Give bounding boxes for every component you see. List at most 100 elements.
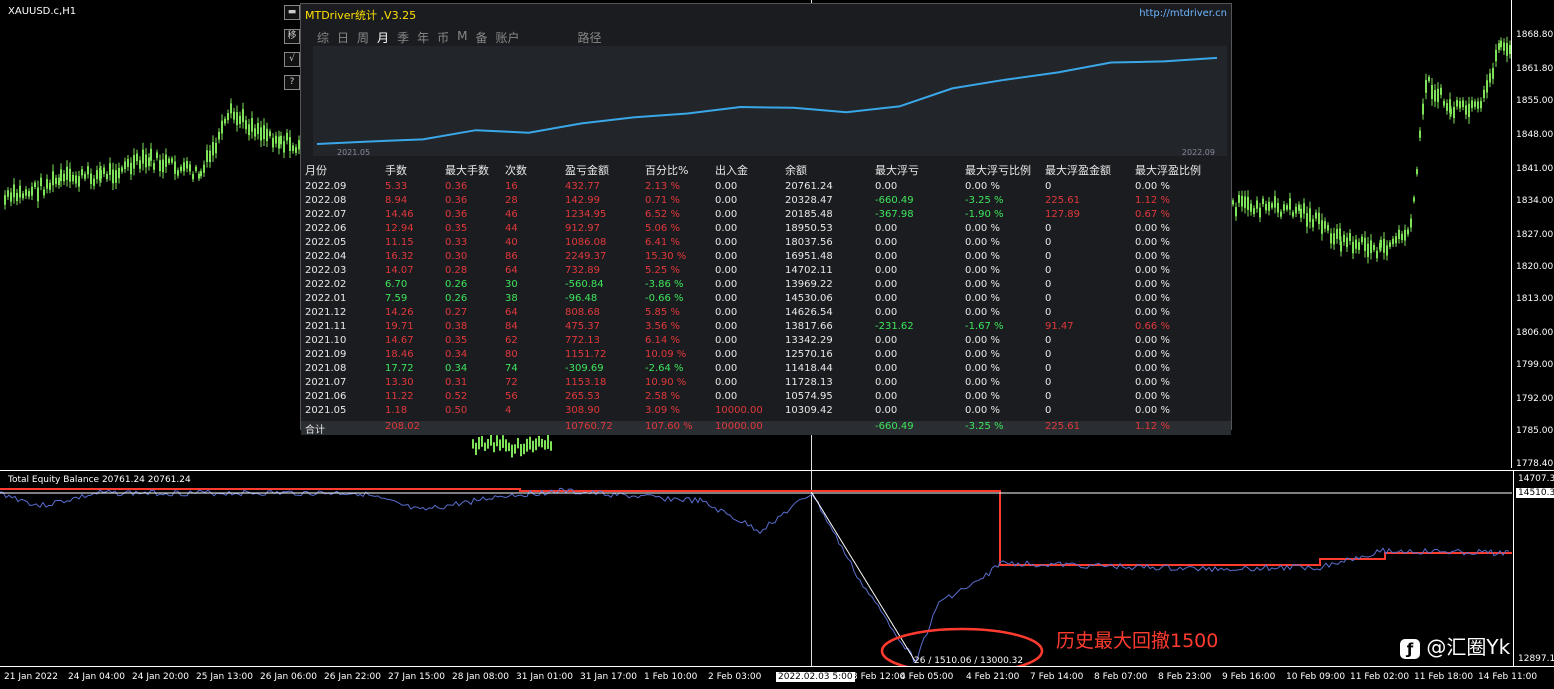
cell-pl: 432.77: [565, 181, 600, 192]
help-button[interactable]: ?: [284, 75, 300, 90]
cell-m: 2022.07: [305, 209, 347, 220]
tab-2[interactable]: 周: [357, 29, 369, 46]
cell-m: 2022.06: [305, 223, 347, 234]
tab-9[interactable]: 账户: [495, 29, 519, 46]
cell-mflp: 0.00 %: [965, 377, 1000, 388]
candle: [1395, 232, 1397, 247]
cell-pl: 475.37: [565, 321, 600, 332]
table-row[interactable]: 2022.04 16.32 0.30 86 2249.37 15.30 % 0.00 1695…: [301, 251, 1231, 265]
col-header: 最大浮盈比例: [1135, 164, 1201, 177]
tab-0[interactable]: 综: [317, 29, 329, 46]
cell-mflp: -1.67 %: [965, 321, 1004, 332]
cell-io: 0.00: [715, 349, 738, 360]
table-row[interactable]: 2021.06 11.22 0.52 56 265.53 2.58 % 0.00 10574.…: [301, 391, 1231, 405]
candle: [1238, 191, 1240, 207]
candle: [1398, 225, 1400, 244]
candle: [69, 162, 71, 189]
tab-10[interactable]: 路径: [578, 29, 602, 46]
candle: [63, 170, 65, 186]
eq-start-label: 2021.05: [337, 148, 371, 157]
candle: [1361, 234, 1363, 245]
table-row[interactable]: 2022.06 12.94 0.35 44 912.97 5.06 % 0.00 18950.…: [301, 223, 1231, 237]
table-row[interactable]: 2022.02 6.70 0.26 30 -560.84 -3.86 % 0.00 13969…: [301, 279, 1231, 293]
candle: [233, 107, 235, 124]
cell-io: 0.00: [715, 195, 738, 206]
candle: [1370, 234, 1372, 260]
total-pct: 107.60 %: [645, 421, 693, 432]
candle: [526, 438, 528, 452]
candle: [1303, 198, 1305, 219]
candle: [248, 118, 250, 141]
cell-n: 72: [505, 377, 518, 388]
table-row[interactable]: 2022.09 5.33 0.36 16 432.77 2.13 % 0.00 20761.2…: [301, 181, 1231, 195]
time-label: 9 Feb 16:00: [1222, 672, 1276, 682]
candle: [218, 128, 220, 144]
time-label: 28 Jan 08:00: [452, 672, 509, 682]
table-row[interactable]: 2022.07 14.46 0.36 46 1234.95 6.52 % 0.00 20185…: [301, 209, 1231, 223]
collapse-button[interactable]: ▬: [284, 5, 300, 20]
candle: [230, 98, 232, 119]
equity-subwindow[interactable]: Total Equity Balance 20761.24 20761.24 1…: [0, 470, 1554, 666]
cell-pct: -0.66 %: [645, 293, 684, 304]
tab-1[interactable]: 日: [337, 29, 349, 46]
panel-link[interactable]: http://mtdriver.cn: [1139, 8, 1227, 19]
candle: [1289, 192, 1291, 216]
cell-maxlot: 0.27: [445, 307, 468, 318]
cell-mfl: 0.00: [875, 363, 898, 374]
candle: [1318, 207, 1320, 230]
table-row[interactable]: 2021.12 14.26 0.27 64 808.68 5.85 % 0.00 14626.…: [301, 307, 1231, 321]
candle: [251, 111, 253, 139]
cell-mfp: 0: [1045, 279, 1052, 290]
tab-4[interactable]: 季: [397, 29, 409, 46]
candle: [7, 187, 9, 200]
cell-bal: 14530.06: [785, 293, 833, 304]
candle: [106, 171, 108, 182]
col-header: 最大手数: [445, 164, 489, 177]
candle: [1330, 228, 1332, 249]
tab-5[interactable]: 年: [417, 29, 429, 46]
table-row[interactable]: 2022.03 14.07 0.28 64 732.89 5.25 % 0.00 14702.…: [301, 265, 1231, 279]
table-row[interactable]: 2021.09 18.46 0.34 80 1151.72 10.09 % 0.00 1257…: [301, 349, 1231, 363]
table-row[interactable]: 2021.11 19.71 0.38 84 475.37 3.56 % 0.00 13817.…: [301, 321, 1231, 335]
tab-3[interactable]: 月: [377, 29, 389, 46]
candle: [1253, 205, 1255, 217]
cell-bal: 14702.11: [785, 265, 833, 276]
tab-6[interactable]: 币: [437, 29, 449, 46]
candle: [1292, 210, 1294, 219]
candle: [535, 438, 537, 451]
table-row[interactable]: 2022.08 8.94 0.36 28 142.99 0.71 % 0.00 20328.4…: [301, 195, 1231, 209]
candle: [532, 440, 534, 453]
candle: [1364, 231, 1366, 258]
cell-m: 2022.02: [305, 279, 347, 290]
candle: [78, 170, 80, 192]
total-mflp: -3.25 %: [965, 421, 1004, 432]
move-button[interactable]: 移: [284, 29, 300, 44]
cell-n: 4: [505, 405, 512, 416]
candle: [1500, 37, 1502, 51]
check-button[interactable]: √: [284, 52, 300, 67]
candle: [1422, 98, 1424, 120]
table-row[interactable]: 2021.07 13.30 0.31 72 1153.18 10.90 % 0.00 1172…: [301, 377, 1231, 391]
cell-mfpp: 0.00 %: [1135, 335, 1170, 346]
table-row[interactable]: 2022.05 11.15 0.33 40 1086.08 6.41 % 0.00 18037…: [301, 237, 1231, 251]
candle: [145, 148, 147, 174]
candle: [180, 164, 182, 174]
cell-mfpp: 0.00 %: [1135, 405, 1170, 416]
candle: [1413, 195, 1415, 204]
candle: [1471, 96, 1473, 112]
sub-tick-top: 14707.34: [1518, 474, 1554, 484]
table-row[interactable]: 2021.05 1.18 0.50 4 308.90 3.09 % 10000.00 1030…: [301, 405, 1231, 419]
table-row[interactable]: 2021.10 14.67 0.35 62 772.13 6.14 % 0.00 13342.…: [301, 335, 1231, 349]
cell-m: 2021.09: [305, 349, 347, 360]
cell-n: 62: [505, 335, 518, 346]
sub-axis: 14707.34 14510.3 12897.15: [1513, 471, 1554, 666]
table-row[interactable]: 2021.08 17.72 0.34 74 -309.69 -2.64 % 0.00 1141…: [301, 363, 1231, 377]
candle: [1336, 224, 1338, 244]
tab-7[interactable]: M: [457, 29, 467, 46]
tab-8[interactable]: 备: [475, 29, 487, 46]
cell-pct: 0.71 %: [645, 195, 680, 206]
candle: [52, 164, 54, 193]
candle: [520, 444, 522, 457]
candle: [118, 162, 120, 184]
table-row[interactable]: 2022.01 7.59 0.26 38 -96.48 -0.66 % 0.00 14530.…: [301, 293, 1231, 307]
